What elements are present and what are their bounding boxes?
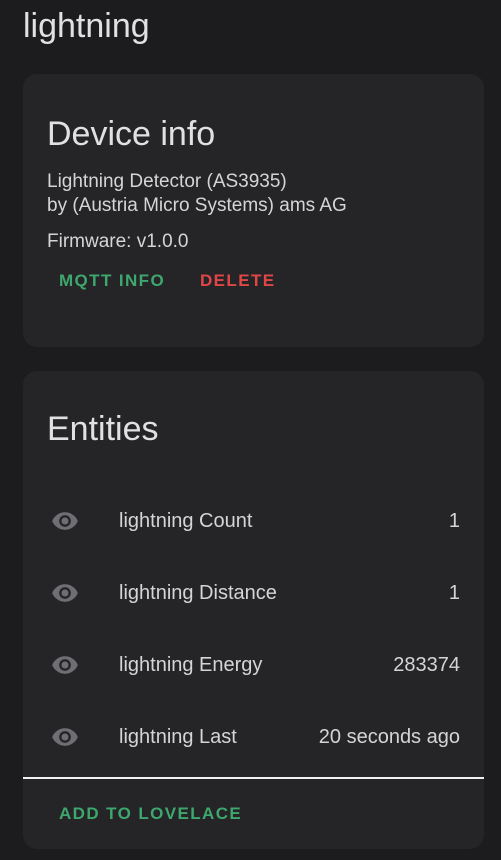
device-info-title: Device info	[47, 115, 216, 153]
entity-name: lightning Energy	[119, 654, 263, 676]
mqtt-info-button[interactable]: MQTT INFO	[59, 271, 165, 291]
device-firmware: Firmware: v1.0.0	[47, 231, 189, 252]
entity-row-distance[interactable]: lightning Distance 1	[23, 557, 484, 629]
page-title: lightning	[23, 7, 150, 45]
device-model: Lightning Detector (AS3935)	[47, 171, 287, 192]
device-info-card: Device info Lightning Detector (AS3935) …	[23, 74, 484, 347]
entities-card: Entities lightning Count 1 lightning Dis…	[23, 371, 484, 849]
eye-icon	[52, 512, 78, 530]
eye-icon	[52, 728, 78, 746]
device-manufacturer: by (Austria Micro Systems) ams AG	[47, 195, 347, 216]
entity-row-energy[interactable]: lightning Energy 283374	[23, 629, 484, 701]
delete-button[interactable]: DELETE	[200, 271, 275, 291]
entity-name: lightning Last	[119, 726, 237, 748]
entity-value: 20 seconds ago	[318, 726, 460, 748]
entity-row-count[interactable]: lightning Count 1	[23, 485, 484, 557]
entity-value: 1	[448, 582, 460, 604]
add-to-lovelace-button[interactable]: ADD TO LOVELACE	[59, 804, 242, 824]
entity-row-last[interactable]: lightning Last 20 seconds ago	[23, 701, 484, 773]
entities-title: Entities	[47, 410, 159, 448]
entity-name: lightning Count	[119, 510, 253, 532]
device-page: lightning Device info Lightning Detector…	[0, 0, 501, 860]
entity-value: 283374	[393, 654, 460, 676]
card-divider	[23, 777, 484, 779]
entity-value: 1	[448, 510, 460, 532]
entity-name: lightning Distance	[119, 582, 277, 604]
eye-icon	[52, 656, 78, 674]
eye-icon	[52, 584, 78, 602]
